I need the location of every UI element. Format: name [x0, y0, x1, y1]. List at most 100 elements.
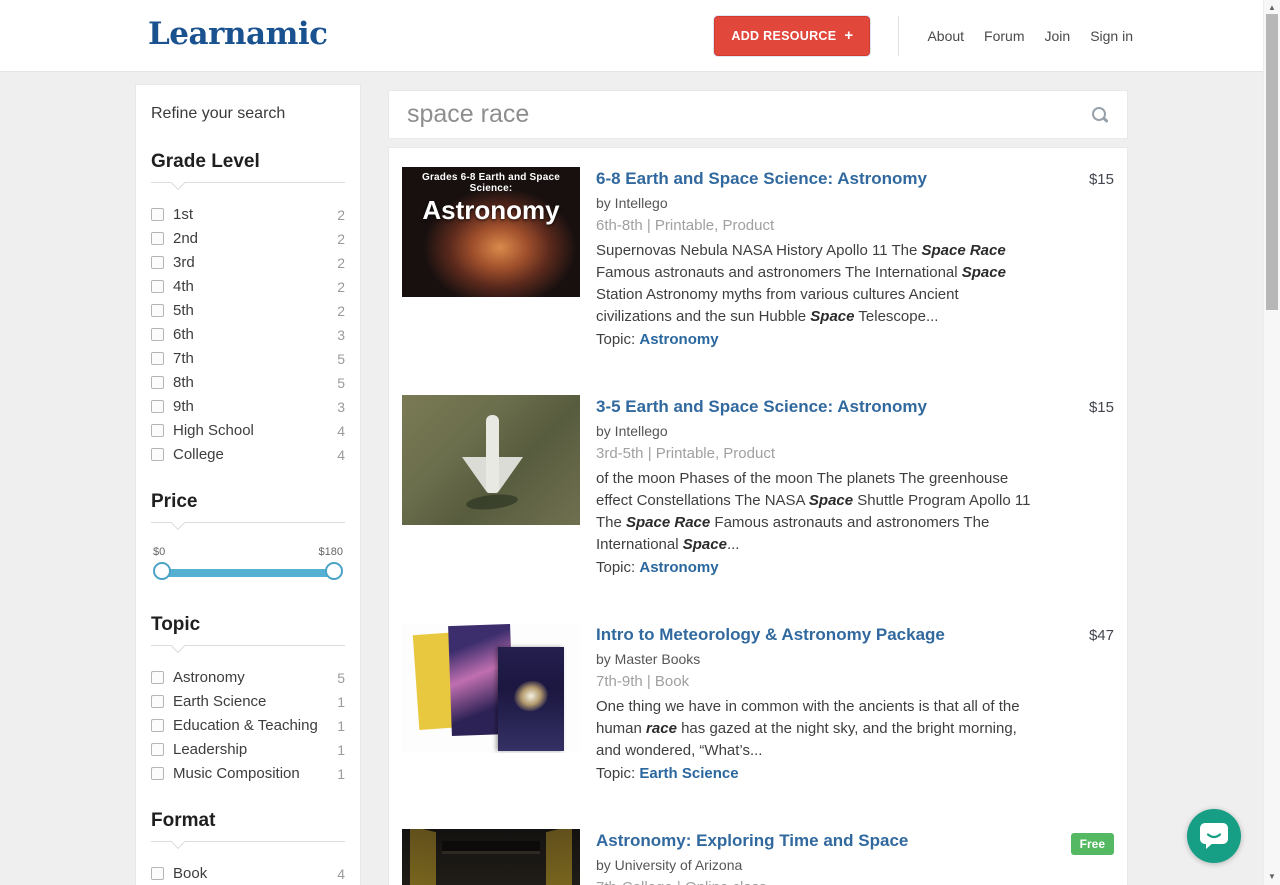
result-title-link[interactable]: Intro to Meteorology & Astronomy Package	[596, 625, 1036, 645]
filter-option[interactable]: 3rd2	[151, 254, 345, 271]
price-slider-track[interactable]	[162, 569, 334, 577]
checkbox[interactable]	[151, 424, 164, 437]
checkbox[interactable]	[151, 743, 164, 756]
filter-option[interactable]: 7th5	[151, 350, 345, 367]
checkbox[interactable]	[151, 376, 164, 389]
nav-join[interactable]: Join	[1045, 28, 1071, 44]
checkbox[interactable]	[151, 352, 164, 365]
filter-option[interactable]: Earth Science1	[151, 693, 345, 710]
filter-count: 2	[337, 303, 345, 319]
result-topic-link[interactable]: Astronomy	[639, 331, 718, 348]
result-title-link[interactable]: 6-8 Earth and Space Science: Astronomy	[596, 169, 1036, 189]
price-heading: Price	[151, 491, 345, 513]
result-topic-link[interactable]: Astronomy	[639, 559, 718, 576]
search-icon[interactable]	[1091, 106, 1109, 124]
filter-count: 5	[337, 351, 345, 367]
shuttle-wing-shape	[462, 457, 486, 491]
filter-count: 3	[337, 399, 345, 415]
nav-about[interactable]: About	[927, 28, 964, 44]
filter-option[interactable]: 4th2	[151, 278, 345, 295]
result-topic: Topic: Astronomy	[596, 557, 1036, 579]
filter-count: 1	[337, 718, 345, 734]
checkbox[interactable]	[151, 328, 164, 341]
search-input[interactable]	[407, 100, 1091, 129]
nav-sign-in[interactable]: Sign in	[1090, 28, 1133, 44]
section-divider	[151, 645, 345, 653]
result-thumbnail[interactable]	[402, 395, 580, 525]
book-cover-shape	[498, 647, 564, 751]
filter-option[interactable]: 5th2	[151, 302, 345, 319]
header-nav: ADD RESOURCE + About Forum Join Sign in	[714, 0, 1133, 72]
result-thumbnail[interactable]	[402, 829, 580, 885]
result-price: $47	[1089, 627, 1114, 644]
page-scrollbar[interactable]: ▲ ▼	[1263, 0, 1280, 885]
filter-label: Earth Science	[173, 693, 266, 710]
add-resource-label: ADD RESOURCE	[731, 29, 836, 43]
result-topic-link[interactable]: Earth Science	[639, 765, 738, 782]
checkbox[interactable]	[151, 232, 164, 245]
result-title-link[interactable]: Astronomy: Exploring Time and Space	[596, 831, 1036, 851]
filter-option[interactable]: Music Composition1	[151, 765, 345, 782]
result-meta: 3rd-5th | Printable, Product	[596, 445, 1036, 462]
filter-count: 4	[337, 423, 345, 439]
observatory-panel-shape	[546, 829, 572, 885]
checkbox[interactable]	[151, 400, 164, 413]
filter-option[interactable]: 2nd2	[151, 230, 345, 247]
result-title-link[interactable]: 3-5 Earth and Space Science: Astronomy	[596, 397, 1036, 417]
result-description: One thing we have in common with the anc…	[596, 696, 1036, 762]
checkbox[interactable]	[151, 448, 164, 461]
filter-option[interactable]: Astronomy5	[151, 669, 345, 686]
format-heading: Format	[151, 810, 345, 832]
scrollbar-down-arrow[interactable]: ▼	[1264, 872, 1280, 881]
filter-count: 5	[337, 375, 345, 391]
filter-option[interactable]: Leadership1	[151, 741, 345, 758]
section-divider	[151, 841, 345, 849]
checkbox[interactable]	[151, 767, 164, 780]
nav-forum[interactable]: Forum	[984, 28, 1024, 44]
filter-option[interactable]: Education & Teaching1	[151, 717, 345, 734]
checkbox[interactable]	[151, 719, 164, 732]
chat-widget-button[interactable]	[1187, 809, 1241, 863]
checkbox[interactable]	[151, 280, 164, 293]
thumbnail-title: Astronomy	[402, 195, 580, 226]
price-slider-handle-max[interactable]	[325, 562, 343, 580]
filter-count: 2	[337, 255, 345, 271]
top-header: Learnamic ADD RESOURCE + About Forum Joi…	[0, 0, 1263, 72]
grade-level-list: 1st22nd23rd24th25th26th37th58th59th3High…	[151, 206, 345, 463]
results-list: Grades 6-8 Earth and Space Science:Astro…	[402, 167, 1114, 885]
checkbox[interactable]	[151, 304, 164, 317]
checkbox[interactable]	[151, 867, 164, 880]
checkbox[interactable]	[151, 256, 164, 269]
checkbox[interactable]	[151, 208, 164, 221]
checkbox[interactable]	[151, 671, 164, 684]
result-description: Supernovas Nebula NASA History Apollo 11…	[596, 240, 1036, 328]
filter-count: 3	[337, 327, 345, 343]
filter-label: High School	[173, 422, 254, 439]
filter-count: 2	[337, 231, 345, 247]
filter-option[interactable]: 1st2	[151, 206, 345, 223]
add-resource-button[interactable]: ADD RESOURCE +	[714, 16, 870, 56]
result-thumbnail[interactable]: Grades 6-8 Earth and Space Science:Astro…	[402, 167, 580, 297]
filter-option[interactable]: College4	[151, 446, 345, 463]
result-author: by Intellego	[596, 423, 1036, 439]
filter-option[interactable]: 8th5	[151, 374, 345, 391]
result-thumbnail[interactable]	[402, 623, 580, 753]
thumbnail-caption: Grades 6-8 Earth and Space Science:	[402, 172, 580, 194]
filter-label: Leadership	[173, 741, 247, 758]
search-result-item: 3-5 Earth and Space Science: Astronomy by…	[402, 395, 1114, 579]
scrollbar-thumb[interactable]	[1266, 14, 1278, 310]
logo[interactable]: Learnamic	[148, 16, 328, 52]
filter-count: 2	[337, 279, 345, 295]
filter-option[interactable]: High School 4	[151, 422, 345, 439]
section-divider	[151, 522, 345, 530]
filter-option[interactable]: Book4	[151, 865, 345, 882]
filter-option[interactable]: 9th3	[151, 398, 345, 415]
scrollbar-up-arrow[interactable]: ▲	[1264, 3, 1280, 12]
chat-bubble-icon	[1200, 823, 1228, 850]
price-slider-handle-min[interactable]	[153, 562, 171, 580]
checkbox[interactable]	[151, 695, 164, 708]
filter-label: 1st	[173, 206, 193, 223]
filter-option[interactable]: 6th3	[151, 326, 345, 343]
result-author: by University of Arizona	[596, 857, 1036, 873]
price-slider[interactable]	[153, 560, 343, 586]
